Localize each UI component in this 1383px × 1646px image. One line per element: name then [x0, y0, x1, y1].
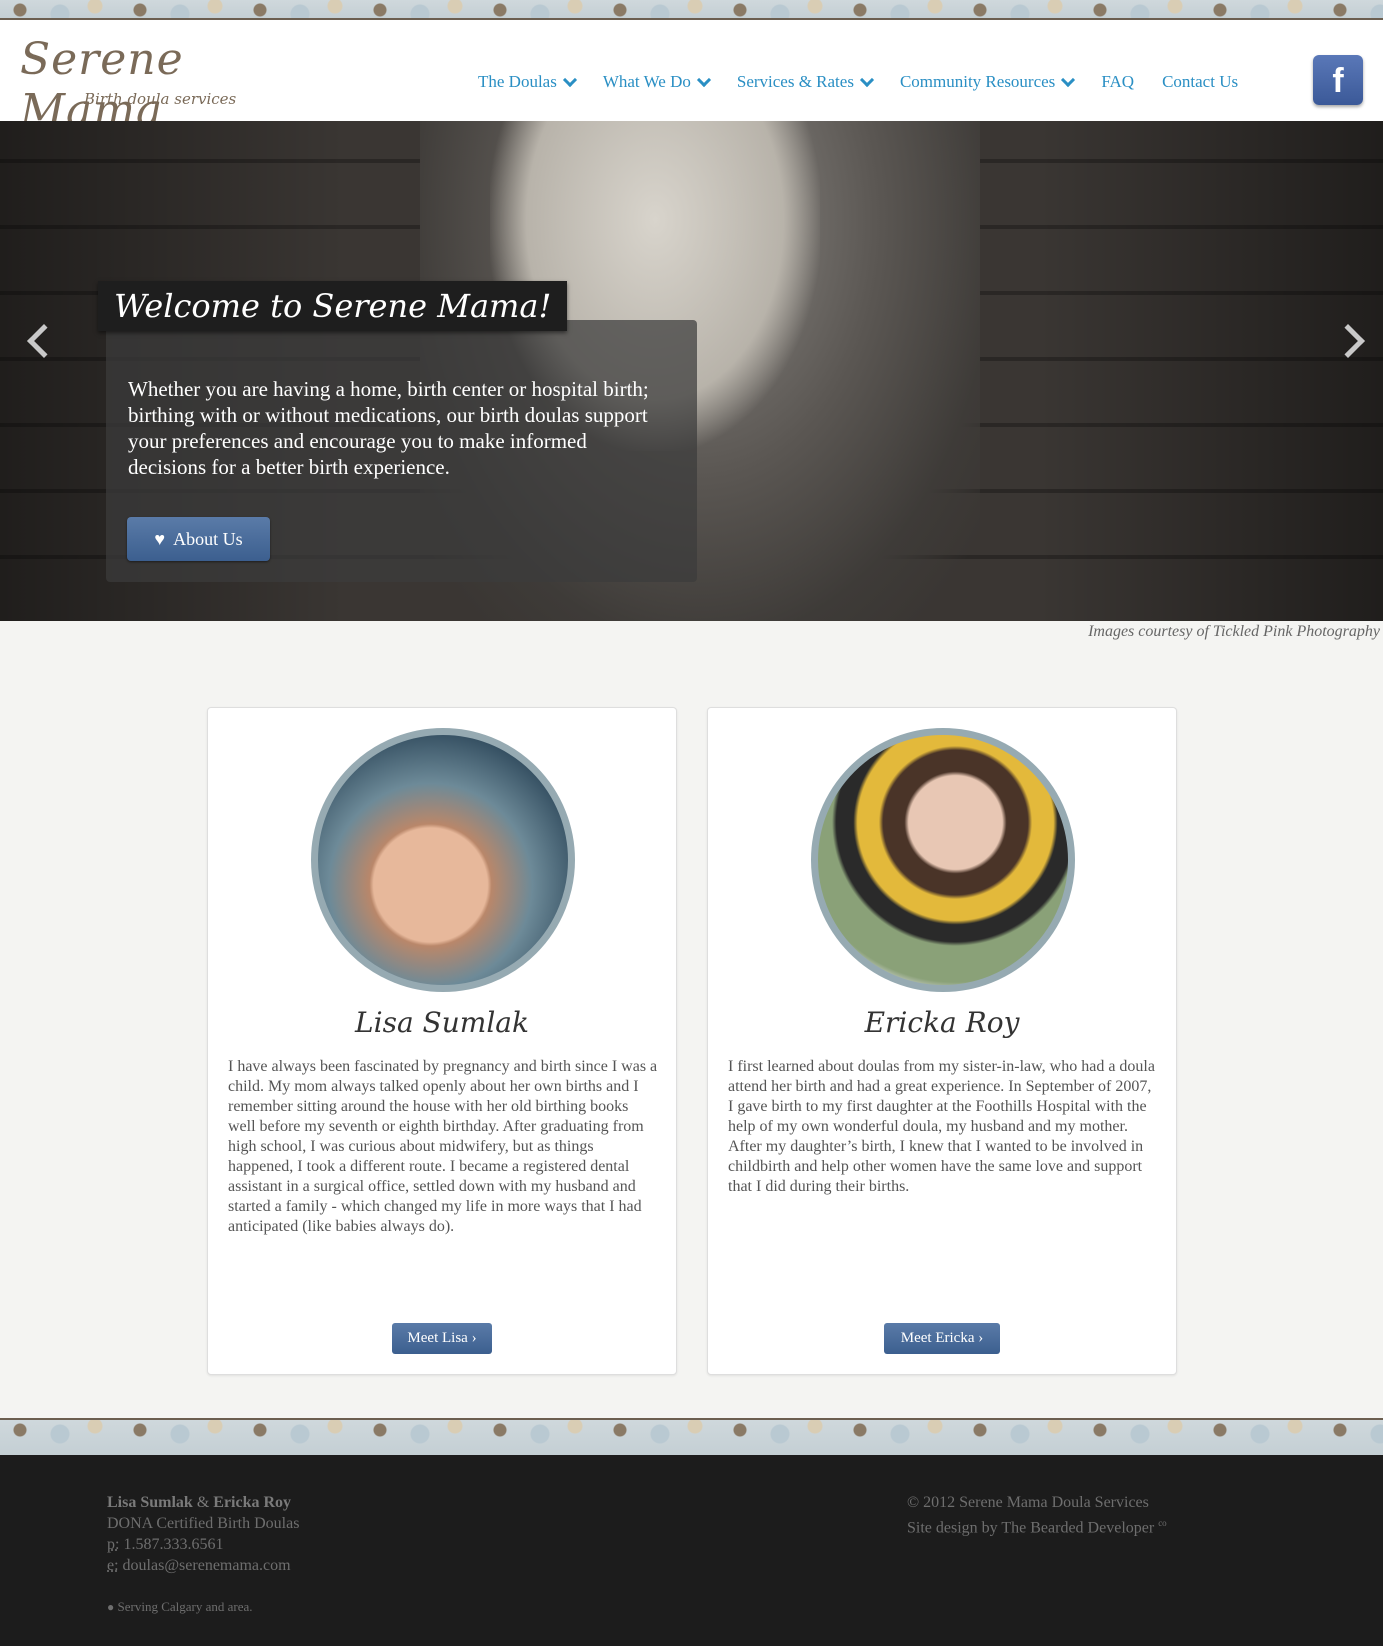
- nav-item-services-rates[interactable]: Services & Rates: [736, 72, 875, 92]
- email-label: e:: [107, 1557, 119, 1574]
- chevron-down-icon: [1061, 72, 1076, 88]
- footer-design-credit: Site design by The Bearded Developer co: [907, 1513, 1167, 1538]
- site-footer: Lisa Sumlak & Ericka Roy DONA Certified …: [0, 1455, 1383, 1646]
- footer-phone[interactable]: 1.587.333.6561: [123, 1536, 223, 1553]
- chevron-down-icon: [859, 72, 875, 88]
- footer-amp: &: [196, 1494, 210, 1511]
- carousel-next-arrow-icon[interactable]: [1331, 324, 1365, 358]
- hero-caption-text: Whether you are having a home, birth cen…: [128, 377, 649, 479]
- main-nav: The Doulas What We Do Services & Rates C…: [478, 72, 1266, 92]
- meet-ericka-button[interactable]: Meet Ericka ›: [884, 1323, 1000, 1354]
- nav-item-label: The Doulas: [478, 72, 557, 91]
- footer-serving: ● Serving Calgary and area.: [107, 1596, 299, 1618]
- logo[interactable]: Serene Mama Birth doula services: [20, 34, 320, 136]
- about-us-button[interactable]: ♥ About Us: [127, 517, 270, 561]
- nav-item-faq[interactable]: FAQ: [1101, 72, 1134, 92]
- footer-copyright: © 2012 Serene Mama Doula Services: [907, 1494, 1149, 1511]
- hero-carousel: Welcome to Serene Mama! Whether you are …: [0, 121, 1383, 621]
- nav-item-contact-us[interactable]: Contact Us: [1162, 72, 1238, 92]
- footer-email[interactable]: doulas@serenemama.com: [123, 1557, 291, 1574]
- decorative-paisley-band-bottom: [0, 1418, 1383, 1455]
- carousel-prev-arrow-icon[interactable]: [27, 324, 61, 358]
- nav-item-label: Services & Rates: [736, 72, 854, 91]
- footer-name-2: Ericka Roy: [213, 1494, 292, 1511]
- footer-contact: Lisa Sumlak & Ericka Roy DONA Certified …: [107, 1492, 299, 1618]
- nav-item-label: FAQ: [1101, 72, 1135, 91]
- nav-item-label: What We Do: [602, 72, 691, 91]
- footer-design-prefix: Site design by: [907, 1519, 1002, 1537]
- nav-item-label: Contact Us: [1162, 72, 1239, 91]
- meet-lisa-button[interactable]: Meet Lisa ›: [392, 1323, 492, 1354]
- photo-credit: Images courtesy of Tickled Pink Photogra…: [1088, 623, 1380, 640]
- footer-designer-sup: co: [1158, 1518, 1167, 1528]
- globe-icon: ●: [107, 1600, 115, 1614]
- hero-welcome-heading: Welcome to Serene Mama!: [98, 281, 568, 331]
- nav-item-label: Community Resources: [899, 72, 1056, 91]
- decorative-paisley-band-top: [0, 0, 1383, 20]
- logo-subtitle: Birth doula services: [84, 90, 237, 108]
- doula-card-lisa: Lisa Sumlak I have always been fascinate…: [207, 707, 677, 1375]
- footer-designer-link[interactable]: The Bearded Developer: [1001, 1519, 1154, 1536]
- phone-label: p:: [107, 1536, 120, 1553]
- heart-icon: ♥: [154, 528, 166, 549]
- nav-item-what-we-do[interactable]: What We Do: [602, 72, 711, 92]
- about-us-label: About Us: [173, 528, 243, 549]
- footer-certification: DONA Certified Birth Doulas: [107, 1515, 300, 1532]
- avatar: [811, 728, 1075, 992]
- footer-serving-text: Serving Calgary and area.: [117, 1599, 253, 1614]
- site-header: Serene Mama Birth doula services The Dou…: [0, 20, 1383, 136]
- footer-names: Lisa Sumlak & Ericka Roy: [107, 1492, 299, 1513]
- chevron-down-icon: [562, 72, 577, 88]
- footer-email-row: e: doulas@serenemama.com: [107, 1555, 299, 1576]
- doula-card-ericka: Ericka Roy I first learned about doulas …: [707, 707, 1177, 1375]
- doula-name: Lisa Sumlak: [355, 1006, 529, 1039]
- nav-item-community-resources[interactable]: Community Resources: [899, 72, 1076, 92]
- facebook-icon[interactable]: f: [1313, 55, 1363, 105]
- footer-name-1: Lisa Sumlak: [107, 1494, 193, 1511]
- footer-copyright-block: © 2012 Serene Mama Doula Services Site d…: [907, 1492, 1167, 1538]
- doula-name: Ericka Roy: [864, 1006, 1020, 1039]
- avatar: [311, 728, 575, 992]
- nav-item-the-doulas[interactable]: The Doulas: [478, 72, 577, 92]
- footer-phone-row: p: 1.587.333.6561: [107, 1534, 299, 1555]
- chevron-down-icon: [696, 72, 711, 88]
- doula-bio: I have always been fascinated by pregnan…: [228, 1058, 658, 1235]
- doula-bio: I first learned about doulas from my sis…: [728, 1058, 1155, 1195]
